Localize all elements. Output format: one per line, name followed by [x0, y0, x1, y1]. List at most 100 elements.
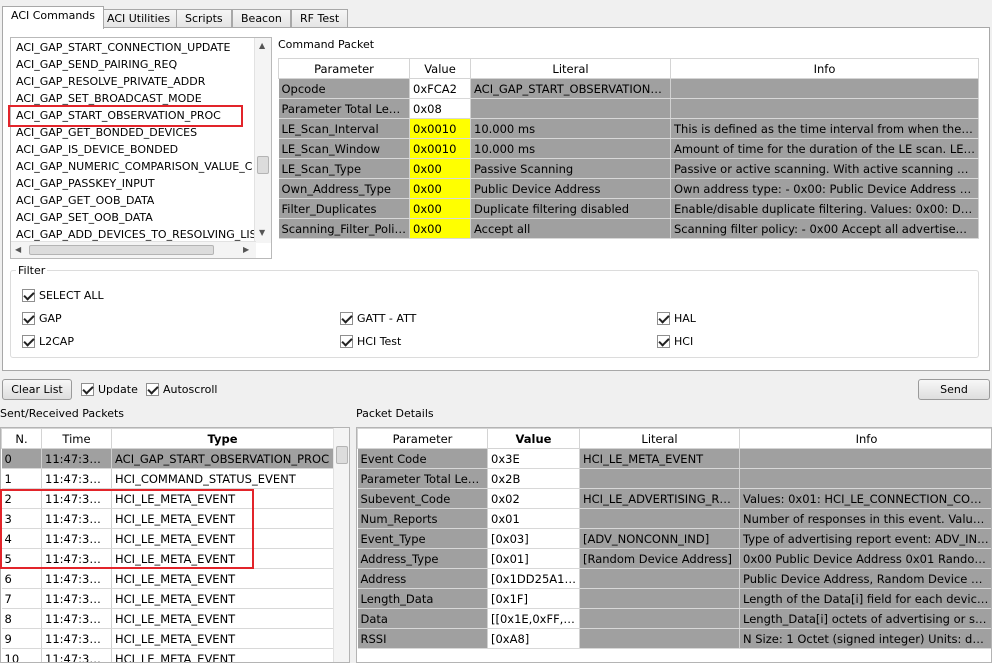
checkbox-checked-icon[interactable]: [340, 312, 353, 325]
column-header[interactable]: Info: [739, 428, 991, 449]
table-row[interactable]: 2 11:47:36.888 HCI_LE_META_EVENT: [1, 488, 334, 509]
command-item[interactable]: ACI_GAP_PASSKEY_INPUT: [16, 175, 155, 192]
table-row[interactable]: Parameter Total Length 0x2B: [357, 468, 991, 489]
table-row[interactable]: LE_Scan_Interval 0x0010 10.000 ms This i…: [278, 118, 979, 139]
command-item[interactable]: ACI_GAP_SEND_PAIRING_REQ: [16, 56, 177, 73]
autoscroll-checkbox[interactable]: Autoscroll: [146, 383, 217, 396]
table-row[interactable]: 5 11:47:37.006 HCI_LE_META_EVENT: [1, 548, 334, 569]
value-cell: [0x1DD25A135...: [487, 568, 580, 589]
table-row[interactable]: Address_Type [0x01] [Random Device Addre…: [357, 548, 991, 569]
table-row[interactable]: Event Code 0x3E HCI_LE_META_EVENT: [357, 448, 991, 469]
send-button[interactable]: Send: [918, 379, 990, 400]
gatt-att-checkbox[interactable]: GATT - ATT: [340, 312, 416, 325]
checkbox-checked-icon[interactable]: [146, 383, 159, 396]
table-row[interactable]: LE_Scan_Window 0x0010 10.000 ms Amount o…: [278, 138, 979, 159]
hal-checkbox[interactable]: HAL: [657, 312, 696, 325]
editable-value-cell[interactable]: 0x0010: [409, 138, 471, 159]
packets-list[interactable]: N. Time Type 0 11:47:36.836 ACI_GAP_STAR…: [0, 427, 350, 663]
command-list[interactable]: ACI_GAP_START_CONNECTION_UPDATE ACI_GAP_…: [10, 37, 272, 259]
table-row[interactable]: Event_Type [0x03] [ADV_NONCONN_IND] Type…: [357, 528, 991, 549]
scroll-down-icon[interactable]: ▼: [259, 228, 265, 237]
clear-list-button[interactable]: Clear List: [2, 379, 72, 400]
checkbox-checked-icon[interactable]: [22, 289, 35, 302]
scroll-left-icon[interactable]: ◀: [15, 245, 21, 254]
table-row[interactable]: Address [0x1DD25A135... Public Device Ad…: [357, 568, 991, 589]
tab-rf-test[interactable]: RF Test: [291, 9, 349, 28]
column-header[interactable]: Value: [487, 428, 580, 449]
column-header[interactable]: Value: [409, 58, 471, 79]
command-item[interactable]: ACI_GAP_IS_DEVICE_BONDED: [16, 141, 178, 158]
command-list-vertical-scrollbar[interactable]: ▲ ▼: [254, 38, 271, 243]
table-row[interactable]: 3 11:47:36.938 HCI_LE_META_EVENT: [1, 508, 334, 529]
command-item[interactable]: ACI_GAP_SET_BROADCAST_MODE: [16, 90, 202, 107]
table-row[interactable]: Length_Data [0x1F] Length of the Data[i]…: [357, 588, 991, 609]
table-row[interactable]: 1 11:47:36.848 HCI_COMMAND_STATUS_EVENT: [1, 468, 334, 489]
table-row[interactable]: Parameter Total Length 0x08: [278, 98, 979, 119]
command-item[interactable]: ACI_GAP_NUMERIC_COMPARISON_VALUE_C: [16, 158, 252, 175]
tab-aci-commands[interactable]: ACI Commands: [2, 6, 105, 29]
scroll-right-icon[interactable]: ▶: [243, 245, 249, 254]
column-header[interactable]: Literal: [470, 58, 671, 79]
table-row[interactable]: Num_Reports 0x01 Number of responses in …: [357, 508, 991, 529]
command-item-selected[interactable]: ACI_GAP_START_OBSERVATION_PROC: [16, 107, 221, 124]
tab-aci-utilities[interactable]: ACI Utilities: [98, 9, 180, 28]
table-row[interactable]: 9 11:47:37.155 HCI_LE_META_EVENT: [1, 628, 334, 649]
editable-value-cell[interactable]: 0x0010: [409, 118, 471, 139]
info-cell: This is defined as the time interval fro…: [670, 118, 979, 139]
gap-checkbox[interactable]: GAP: [22, 312, 62, 325]
scroll-up-icon[interactable]: ▲: [259, 41, 265, 50]
command-list-horizontal-scrollbar[interactable]: ◀ ▶: [11, 241, 256, 258]
packet-number: 5: [1, 548, 42, 569]
literal-cell: [579, 628, 740, 649]
value-cell: 0x02: [487, 488, 580, 509]
editable-value-cell[interactable]: 0x00: [409, 218, 471, 239]
command-item[interactable]: ACI_GAP_SET_OOB_DATA: [16, 209, 153, 226]
table-row[interactable]: 10 11:47:37.184 HCI_LE_META_EVENT: [1, 648, 334, 662]
table-row[interactable]: Filter_Duplicates 0x00 Duplicate filteri…: [278, 198, 979, 219]
hci-checkbox[interactable]: HCI: [657, 335, 693, 348]
editable-value-cell[interactable]: 0x00: [409, 198, 471, 219]
tab-scripts[interactable]: Scripts: [176, 9, 232, 28]
command-item[interactable]: ACI_GAP_GET_OOB_DATA: [16, 192, 154, 209]
scroll-thumb[interactable]: [336, 446, 348, 464]
table-row[interactable]: RSSI [0xA8] N Size: 1 Octet (signed inte…: [357, 628, 991, 649]
checkbox-checked-icon[interactable]: [22, 312, 35, 325]
checkbox-checked-icon[interactable]: [22, 335, 35, 348]
scroll-thumb[interactable]: [257, 156, 269, 174]
table-row[interactable]: Data [[0x1E,0xFF,0x... Length_Data[i] oc…: [357, 608, 991, 629]
table-row[interactable]: Opcode 0xFCA2 ACI_GAP_START_OBSERVATION_…: [278, 78, 979, 99]
update-checkbox[interactable]: Update: [81, 383, 138, 396]
table-row[interactable]: 7 11:47:37.104 HCI_LE_META_EVENT: [1, 588, 334, 609]
column-header[interactable]: Type: [111, 428, 334, 449]
table-row[interactable]: Scanning_Filter_Policy 0x00 Accept all S…: [278, 218, 979, 239]
command-item[interactable]: ACI_GAP_START_CONNECTION_UPDATE: [16, 39, 230, 56]
table-row[interactable]: 8 11:47:37.125 HCI_LE_META_EVENT: [1, 608, 334, 629]
table-row[interactable]: 6 11:47:37.078 HCI_LE_META_EVENT: [1, 568, 334, 589]
column-header[interactable]: Parameter: [357, 428, 488, 449]
editable-value-cell[interactable]: 0x00: [409, 158, 471, 179]
checkbox-checked-icon[interactable]: [340, 335, 353, 348]
checkbox-checked-icon[interactable]: [657, 312, 670, 325]
table-row[interactable]: Own_Address_Type 0x00 Public Device Addr…: [278, 178, 979, 199]
checkbox-checked-icon[interactable]: [657, 335, 670, 348]
editable-value-cell[interactable]: 0x00: [409, 178, 471, 199]
column-header[interactable]: Parameter: [278, 58, 410, 79]
column-header[interactable]: Time: [41, 428, 112, 449]
table-row[interactable]: LE_Scan_Type 0x00 Passive Scanning Passi…: [278, 158, 979, 179]
column-header[interactable]: Literal: [579, 428, 740, 449]
hci-test-checkbox[interactable]: HCI Test: [340, 335, 401, 348]
command-item[interactable]: ACI_GAP_GET_BONDED_DEVICES: [16, 124, 197, 141]
table-row-selected[interactable]: 0 11:47:36.836 ACI_GAP_START_OBSERVATION…: [1, 448, 334, 469]
l2cap-checkbox[interactable]: L2CAP: [22, 335, 74, 348]
column-header[interactable]: Info: [670, 58, 979, 79]
packets-vertical-scrollbar[interactable]: [333, 428, 349, 662]
column-header[interactable]: N.: [1, 428, 42, 449]
table-row[interactable]: 4 11:47:36.996 HCI_LE_META_EVENT: [1, 528, 334, 549]
select-all-checkbox[interactable]: SELECT ALL: [22, 289, 104, 302]
tab-beacon[interactable]: Beacon: [232, 9, 291, 28]
scroll-thumb[interactable]: [29, 245, 214, 255]
parameter-cell: Own_Address_Type: [278, 178, 410, 199]
table-row[interactable]: Subevent_Code 0x02 HCI_LE_ADVERTISING_RE…: [357, 488, 991, 509]
checkbox-checked-icon[interactable]: [81, 383, 94, 396]
command-item[interactable]: ACI_GAP_RESOLVE_PRIVATE_ADDR: [16, 73, 205, 90]
